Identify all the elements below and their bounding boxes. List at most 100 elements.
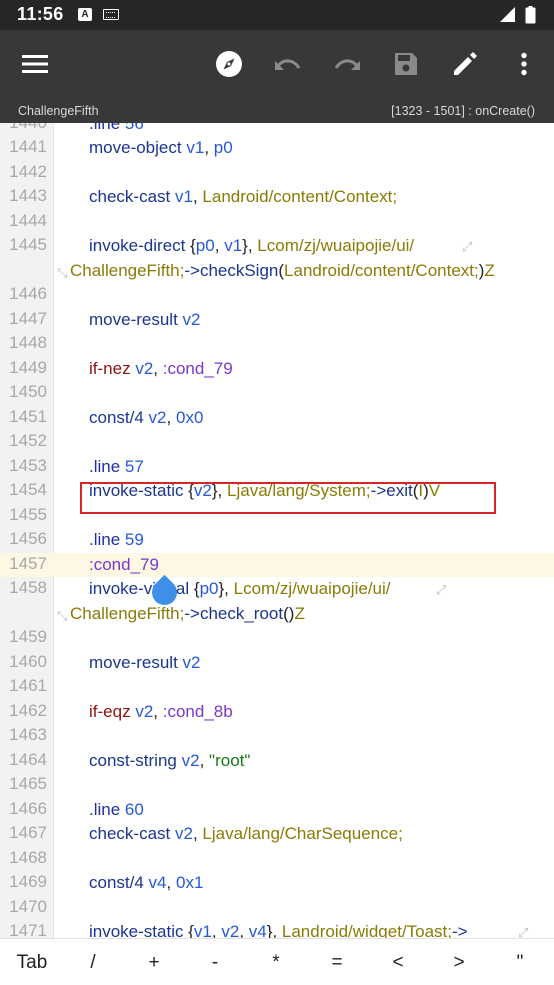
redo-button[interactable] bbox=[327, 44, 367, 84]
return-type: Z bbox=[294, 603, 305, 623]
class-name: ChallengeFifth; bbox=[70, 603, 185, 623]
code-line-wrapped[interactable]: ⤡ ChallengeFifth;->check_root()Z bbox=[0, 602, 554, 627]
brace: }, bbox=[242, 236, 253, 255]
menu-icon bbox=[22, 55, 48, 73]
code-text: .line 59 bbox=[89, 528, 144, 552]
comma: , bbox=[153, 358, 159, 378]
number: 60 bbox=[124, 799, 144, 819]
code-line[interactable]: 1446 bbox=[0, 283, 554, 308]
line-number: 1463 bbox=[9, 725, 47, 744]
code-line[interactable]: 1466 .line 60 bbox=[0, 798, 554, 823]
label: :cond_79 bbox=[89, 554, 159, 574]
code-line[interactable]: 1460 move-result v2 bbox=[0, 651, 554, 676]
key-minus[interactable]: - bbox=[185, 939, 245, 985]
code-line[interactable]: 1445 invoke-direct {p0, v1}, Lcom/zj/wua… bbox=[0, 234, 554, 259]
key-quote[interactable]: " bbox=[490, 939, 550, 985]
line-number: 1450 bbox=[9, 382, 47, 401]
wifi-signal-icon bbox=[500, 7, 515, 22]
line-number: 1440 bbox=[0, 123, 47, 133]
opcode: if-eqz bbox=[89, 701, 131, 721]
comma: , bbox=[192, 824, 198, 843]
method-range[interactable]: [1323 - 1501] : onCreate() bbox=[391, 104, 535, 118]
code-line[interactable]: 1470 bbox=[0, 896, 554, 921]
save-button[interactable] bbox=[386, 44, 426, 84]
symbol-key-bar: Tab / + - * = < > " bbox=[0, 938, 554, 985]
line-number: 1445 bbox=[9, 235, 47, 254]
arrow: -> bbox=[452, 922, 468, 938]
undo-button[interactable] bbox=[268, 44, 308, 84]
return-type: Z bbox=[484, 260, 495, 280]
code-line-wrapped[interactable]: ⤡ ChallengeFifth;->checkSign(Landroid/co… bbox=[0, 259, 554, 284]
register: v2 bbox=[182, 309, 201, 329]
code-line[interactable]: 1471 invoke-static {v1, v2, v4}, Landroi… bbox=[0, 920, 554, 938]
opcode: move-result bbox=[89, 309, 178, 329]
code-line[interactable]: 1452 bbox=[0, 430, 554, 455]
line-number: 1456 bbox=[9, 529, 47, 548]
register: p0 bbox=[213, 138, 233, 157]
navigate-button[interactable] bbox=[209, 44, 249, 84]
code-line[interactable]: 1462 if-eqz v2, :cond_8b bbox=[0, 700, 554, 725]
comma: , bbox=[204, 138, 210, 157]
line-number: 1458 bbox=[9, 578, 47, 597]
opcode: const-string bbox=[89, 750, 177, 770]
code-line[interactable]: 1449 if-nez v2, :cond_79 bbox=[0, 357, 554, 382]
type-descriptor: Landroid/content/Context; bbox=[202, 187, 398, 206]
type-descriptor: Ljava/lang/CharSequence; bbox=[202, 824, 403, 843]
code-line[interactable]: 1469 const/4 v4, 0x1 bbox=[0, 871, 554, 896]
code-line[interactable]: 1451 const/4 v2, 0x0 bbox=[0, 406, 554, 431]
code-line[interactable]: 1443 check-cast v1, Landroid/content/Con… bbox=[0, 185, 554, 210]
code-line[interactable]: 1442 bbox=[0, 161, 554, 186]
label: :cond_8b bbox=[162, 701, 233, 721]
code-line[interactable]: 1448 bbox=[0, 332, 554, 357]
code-line[interactable]: 1440 .line 56 bbox=[0, 123, 554, 137]
code-line[interactable]: 1450 bbox=[0, 381, 554, 406]
more-options-button[interactable] bbox=[504, 44, 544, 84]
line-number: 1448 bbox=[9, 333, 47, 352]
key-equals[interactable]: = bbox=[307, 939, 367, 985]
code-line[interactable]: 1456 .line 59 bbox=[0, 528, 554, 553]
line-number: 1471 bbox=[9, 921, 47, 938]
key-less-than[interactable]: < bbox=[368, 939, 428, 985]
comma: , bbox=[192, 187, 198, 206]
code-line[interactable]: 1465 bbox=[0, 773, 554, 798]
code-line[interactable]: 1458 invoke-virtual {p0}, Lcom/zj/wuaipo… bbox=[0, 577, 554, 602]
code-line[interactable]: 1464 const-string v2, "root" bbox=[0, 749, 554, 774]
code-line[interactable]: 1447 move-result v2 bbox=[0, 308, 554, 333]
code-line[interactable]: 1461 bbox=[0, 675, 554, 700]
code-editor[interactable]: 1440 .line 56 1441 move-object v1, p0 14… bbox=[0, 123, 554, 938]
comma: , bbox=[166, 873, 172, 892]
code-line[interactable]: 1468 bbox=[0, 847, 554, 872]
code-text: :cond_79 bbox=[89, 553, 159, 577]
edit-button[interactable] bbox=[445, 44, 485, 84]
code-line[interactable]: 1467 check-cast v2, Ljava/lang/CharSeque… bbox=[0, 822, 554, 847]
key-plus[interactable]: + bbox=[124, 939, 184, 985]
line-number: 1460 bbox=[9, 651, 47, 671]
more-vert-icon bbox=[521, 52, 527, 76]
key-greater-than[interactable]: > bbox=[429, 939, 489, 985]
edit-icon bbox=[454, 52, 477, 75]
status-time: 11:56 bbox=[17, 4, 64, 24]
compass-icon bbox=[216, 51, 242, 77]
code-line[interactable]: 1463 bbox=[0, 724, 554, 749]
menu-button[interactable] bbox=[15, 44, 55, 84]
current-code-line[interactable]: 1457 :cond_79 bbox=[0, 552, 554, 577]
redo-icon bbox=[334, 59, 360, 70]
key-slash[interactable]: / bbox=[63, 939, 123, 985]
line-number: 1441 bbox=[9, 137, 47, 156]
code-line[interactable]: 1459 bbox=[0, 626, 554, 651]
key-tab[interactable]: Tab bbox=[2, 939, 62, 985]
code-text: move-object v1, p0 bbox=[89, 136, 233, 160]
code-line[interactable]: 1444 bbox=[0, 210, 554, 235]
line-number: 1459 bbox=[9, 627, 47, 646]
battery-icon bbox=[525, 6, 536, 24]
key-asterisk[interactable]: * bbox=[246, 939, 306, 985]
comma: , bbox=[214, 236, 220, 255]
keyboard-icon bbox=[103, 9, 119, 20]
code-text: check-cast v2, Ljava/lang/CharSequence; bbox=[89, 822, 403, 846]
save-icon bbox=[395, 53, 417, 75]
label: :cond_79 bbox=[162, 358, 233, 378]
code-line[interactable]: 1453 .line 57 bbox=[0, 455, 554, 480]
code-line[interactable]: 1441 move-object v1, p0 bbox=[0, 136, 554, 161]
code-text: const-string v2, "root" bbox=[89, 749, 250, 773]
opcode: move-result bbox=[89, 652, 178, 672]
